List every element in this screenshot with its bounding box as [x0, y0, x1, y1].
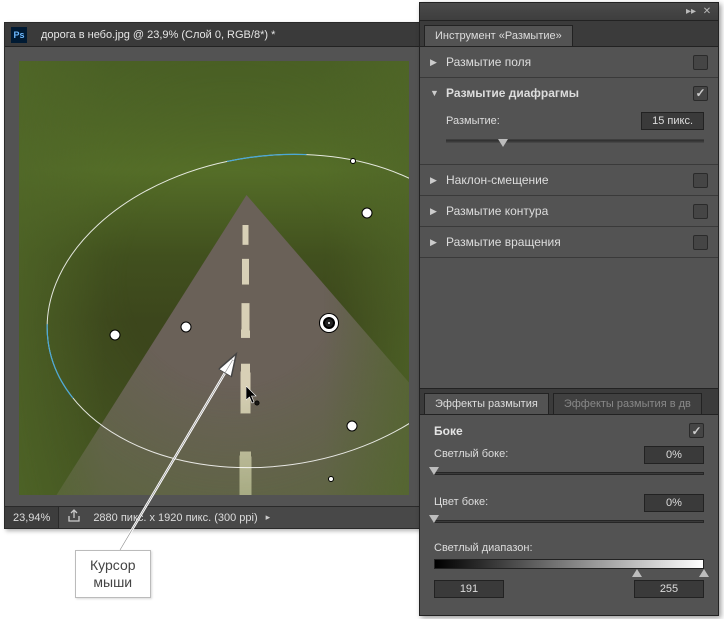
section-toggle-checkbox[interactable]: [693, 204, 708, 219]
document-tab[interactable]: дорога в небо.jpg @ 23,9% (Слой 0, RGB/8…: [33, 23, 283, 47]
light-bokeh-slider[interactable]: [434, 468, 704, 480]
ellipse-feather-handle[interactable]: [362, 208, 373, 219]
blur-pin[interactable]: [320, 314, 338, 332]
light-range-lo-input[interactable]: 191: [434, 580, 504, 598]
section-spin-blur: ▶ Размытие вращения: [420, 227, 718, 258]
annotation-label: Курсор мыши: [75, 550, 151, 598]
ellipse-feather-handle[interactable]: [181, 322, 192, 333]
photoshop-icon: Ps: [11, 27, 27, 43]
chevron-right-icon: ▶: [430, 57, 440, 68]
section-toggle-checkbox[interactable]: [693, 173, 708, 188]
bokeh-title: Боке: [434, 424, 463, 438]
ellipse-feather-handle[interactable]: [347, 421, 358, 432]
light-bokeh-label: Светлый боке:: [434, 448, 508, 460]
section-iris-blur: ▼ Размытие диафрагмы Размытие: 15 пикс.: [420, 78, 718, 165]
bokeh-color-input[interactable]: 0%: [644, 494, 704, 512]
section-label: Размытие вращения: [446, 235, 561, 249]
collapse-icon[interactable]: ▸▸: [684, 6, 698, 18]
section-header[interactable]: ▶ Размытие поля: [420, 47, 718, 77]
section-toggle-checkbox[interactable]: [693, 86, 708, 101]
info-menu-icon[interactable]: ▸: [266, 512, 271, 523]
bokeh-color-slider[interactable]: [434, 516, 704, 528]
light-range-slider[interactable]: [434, 556, 704, 572]
document-tabbar: Ps дорога в небо.jpg @ 23,9% (Слой 0, RG…: [5, 23, 421, 47]
ellipse-edge-handle[interactable]: [328, 476, 334, 482]
light-bokeh-input[interactable]: 0%: [644, 446, 704, 464]
section-toggle-checkbox[interactable]: [693, 235, 708, 250]
export-icon[interactable]: [67, 509, 81, 526]
section-header[interactable]: ▶ Наклон-смещение: [420, 165, 718, 195]
chevron-right-icon: ▶: [430, 237, 440, 248]
chevron-right-icon: ▶: [430, 206, 440, 217]
light-range-label: Светлый диапазон:: [434, 542, 704, 554]
panel-tabs: Инструмент «Размытие»: [420, 21, 718, 47]
ellipse-edge-handle[interactable]: [350, 158, 356, 164]
section-label: Размытие поля: [446, 55, 531, 69]
blur-tools-panel: ▸▸ ✕ Инструмент «Размытие» ▶ Размытие по…: [419, 2, 719, 616]
blur-amount-input[interactable]: 15 пикс.: [641, 112, 704, 130]
blur-amount-slider[interactable]: [446, 134, 704, 148]
section-header[interactable]: ▶ Размытие контура: [420, 196, 718, 226]
chevron-down-icon: ▼: [430, 88, 440, 98]
subpanel-tabs: Эффекты размытия Эффекты размытия в дв: [420, 389, 718, 415]
close-icon[interactable]: ✕: [700, 6, 714, 18]
section-path-blur: ▶ Размытие контура: [420, 196, 718, 227]
ellipse-roundness-handle[interactable]: [110, 330, 121, 341]
bokeh-color-label: Цвет боке:: [434, 496, 488, 508]
panel-titlebar[interactable]: ▸▸ ✕: [420, 3, 718, 21]
section-header[interactable]: ▶ Размытие вращения: [420, 227, 718, 257]
section-toggle-checkbox[interactable]: [693, 55, 708, 70]
tab-blur-effects[interactable]: Эффекты размытия: [424, 393, 549, 414]
chevron-right-icon: ▶: [430, 175, 440, 186]
blur-effects-subpanel: Эффекты размытия Эффекты размытия в дв Б…: [420, 388, 718, 606]
annotation-arrow: [110, 350, 250, 560]
panel-tab-blur-tools[interactable]: Инструмент «Размытие»: [424, 25, 573, 46]
light-range-hi-input[interactable]: 255: [634, 580, 704, 598]
section-tilt-shift: ▶ Наклон-смещение: [420, 165, 718, 196]
tab-motion-effects[interactable]: Эффекты размытия в дв: [553, 393, 702, 414]
section-field-blur: ▶ Размытие поля: [420, 47, 718, 78]
zoom-level[interactable]: 23,94%: [5, 507, 59, 528]
section-label: Наклон-смещение: [446, 173, 549, 187]
section-header[interactable]: ▼ Размытие диафрагмы: [420, 78, 718, 108]
section-label: Размытие контура: [446, 204, 548, 218]
bokeh-toggle-checkbox[interactable]: [689, 423, 704, 438]
section-label: Размытие диафрагмы: [446, 86, 579, 100]
blur-amount-label: Размытие:: [446, 115, 500, 127]
